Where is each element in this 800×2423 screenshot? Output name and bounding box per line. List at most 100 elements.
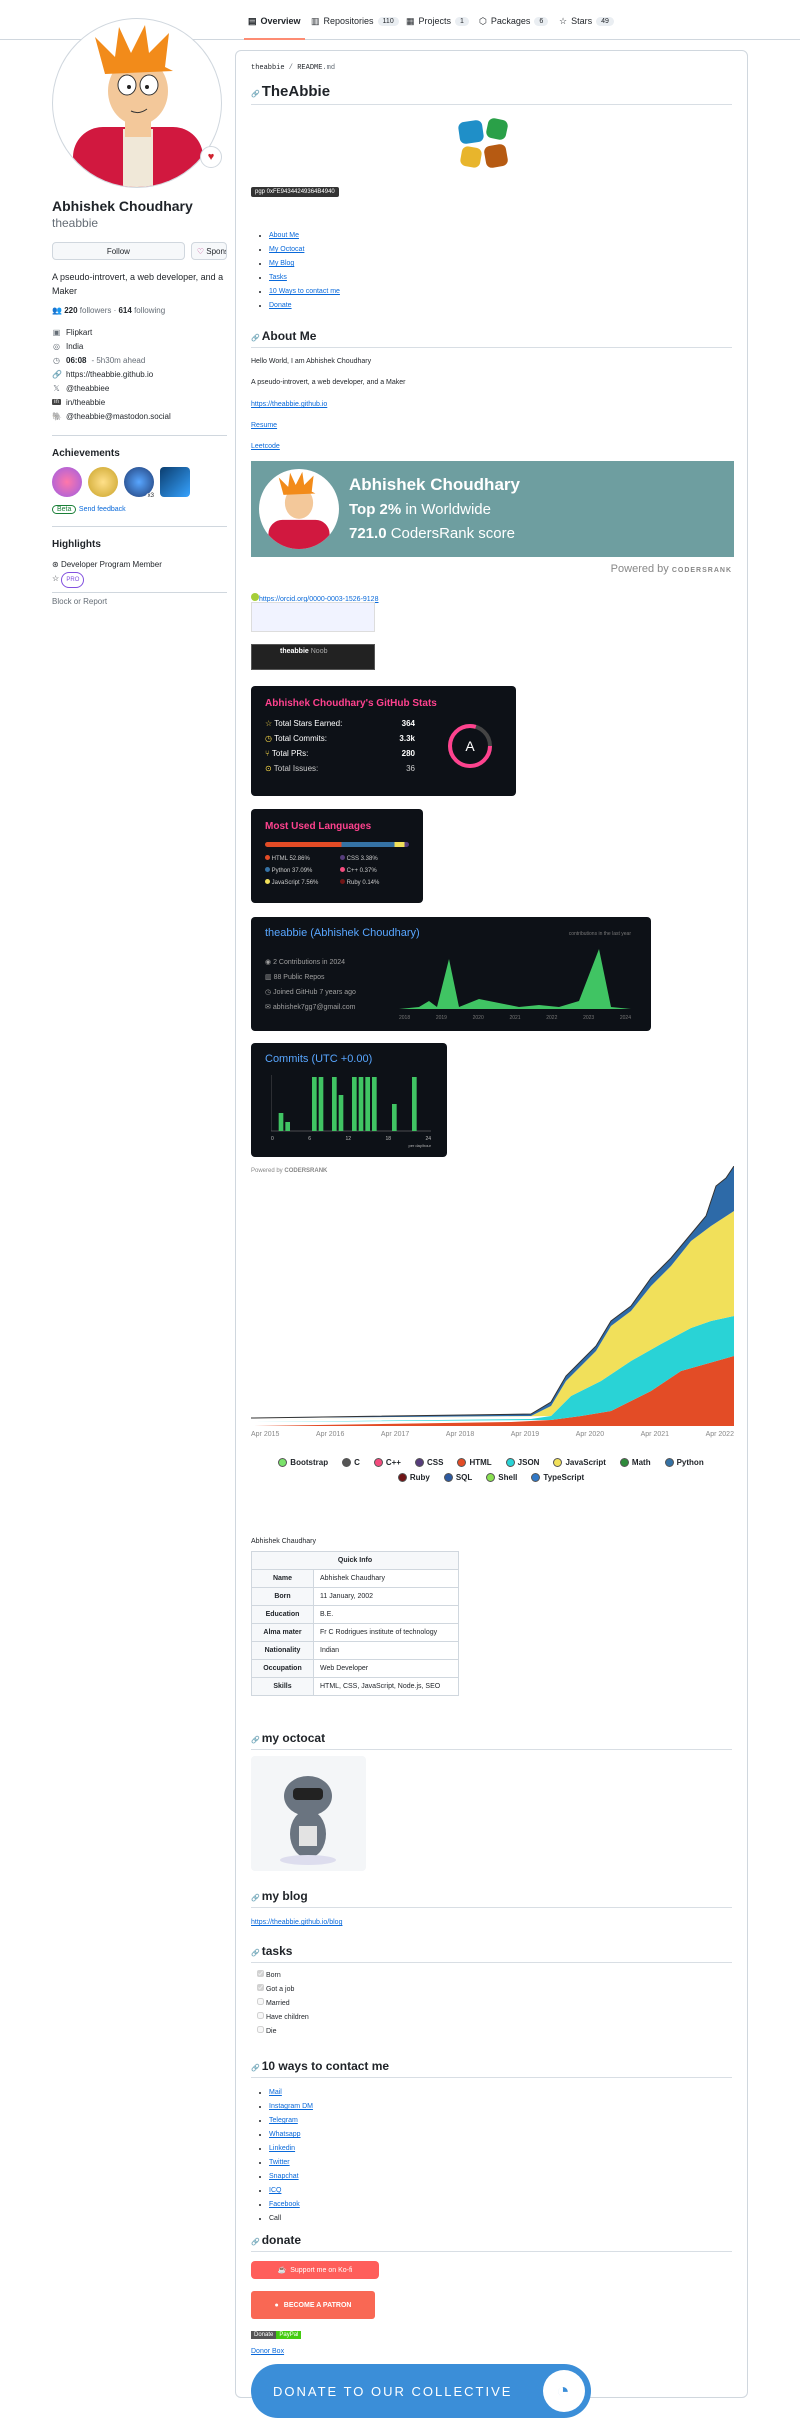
repo-icon: ▥ xyxy=(311,15,320,26)
toc-link-contact[interactable]: 10 Ways to contact me xyxy=(269,288,340,295)
donorbox-link[interactable]: Donor Box xyxy=(251,2348,284,2355)
patreon-button[interactable]: ● BECOME A PATRON xyxy=(251,2291,375,2319)
kofi-button[interactable]: ☕ Support me on Ko-fi xyxy=(251,2261,379,2279)
tab-count: 1 xyxy=(455,16,469,26)
tab-stars[interactable]: ☆ Stars 49 xyxy=(559,12,614,30)
commits-chart xyxy=(271,1075,431,1132)
contact-link[interactable]: ICQ xyxy=(269,2187,281,2194)
table-row: Alma mater Fr C Rodrigues institute of te… xyxy=(251,1623,459,1642)
follow-button[interactable]: Follow xyxy=(52,242,185,260)
x-icon: 𝕏 xyxy=(53,383,60,393)
legend-item[interactable]: Shell xyxy=(486,1473,517,1482)
followers-link[interactable]: 220 followers xyxy=(64,306,111,315)
tab-packages[interactable]: ⬡ Packages 6 xyxy=(479,12,549,30)
about-bio: A pseudo-introvert, a web developer, and… xyxy=(251,379,406,386)
contact-link[interactable]: Instagram DM xyxy=(269,2103,313,2110)
avatar[interactable] xyxy=(52,18,222,188)
achievement-arctic-icon[interactable] xyxy=(160,467,190,497)
linkedin-item[interactable]: in in/theabbie xyxy=(52,395,227,409)
task-checkbox xyxy=(257,1984,264,1991)
website-link[interactable]: https://theabbie.github.io xyxy=(251,399,732,410)
legend-item[interactable]: C++ xyxy=(373,1458,401,1467)
website-item[interactable]: 🔗 https://theabbie.github.io xyxy=(52,367,227,381)
localtime-item: ◷ 06:08- 5h30m ahead xyxy=(53,355,146,365)
legend-item[interactable]: HTML xyxy=(457,1458,492,1467)
blog-link[interactable]: https://theabbie.github.io/blog xyxy=(251,1917,732,1928)
status-heart-icon[interactable]: ♥ xyxy=(200,146,222,168)
table-row: Education B.E. xyxy=(251,1605,459,1624)
resume-link[interactable]: Resume xyxy=(251,420,732,431)
legend-item[interactable]: CSS xyxy=(414,1458,443,1467)
book-icon: ▤ xyxy=(248,15,257,26)
contact-link[interactable]: Snapchat xyxy=(269,2173,299,2180)
star-icon: ☆ xyxy=(265,719,273,728)
toc-link-donate[interactable]: Donate xyxy=(269,302,292,309)
send-feedback-link[interactable]: Send feedback xyxy=(79,506,126,513)
contact-link[interactable]: Twitter xyxy=(269,2159,290,2166)
leetcode-link[interactable]: Leetcode xyxy=(251,441,732,452)
tab-repositories[interactable]: ▥ Repositories 110 xyxy=(311,12,399,30)
legend-item[interactable]: Python xyxy=(664,1458,704,1467)
legend-item[interactable]: JavaScript xyxy=(553,1458,606,1467)
achievement-quickdraw-icon[interactable] xyxy=(88,467,118,497)
contact-link[interactable]: Mail xyxy=(269,2089,282,2096)
tab-overview[interactable]: ▤ Overview xyxy=(244,12,305,40)
commits-title: Commits (UTC +0.00) xyxy=(265,1053,373,1065)
star-icon: ☆ xyxy=(559,15,568,26)
company-item: ▣ Flipkart xyxy=(52,327,93,337)
clock-icon: ◷ xyxy=(265,989,272,996)
toc-link-blog[interactable]: My Blog xyxy=(269,260,294,267)
paypal-badge[interactable]: Donate PayPal xyxy=(251,2331,302,2339)
mastodon-item[interactable]: 🐘 @theabbie@mastodon.social xyxy=(52,409,227,423)
toc-link-octocat[interactable]: My Octocat xyxy=(269,246,304,253)
legend-swatch xyxy=(373,1458,383,1467)
logo-image xyxy=(458,118,508,168)
commit-bar xyxy=(318,1077,324,1131)
achievement-pull-shark-icon[interactable]: x3 xyxy=(124,467,156,499)
contact-link[interactable]: Linkedin xyxy=(269,2145,295,2152)
block-report-link[interactable]: Block or Report xyxy=(52,597,227,606)
mini-profile-card[interactable] xyxy=(251,602,375,632)
twitter-item[interactable]: 𝕏 @theabbiee xyxy=(52,381,227,395)
heart-outline-icon: ♡ xyxy=(196,246,207,256)
legend-label: HTML xyxy=(469,1458,492,1467)
contact-link[interactable]: Whatsapp xyxy=(269,2131,301,2138)
sponsor-button[interactable]: ♡ Sponsor xyxy=(190,242,227,260)
legend-item[interactable]: Bootstrap xyxy=(278,1458,328,1467)
legend-item[interactable]: Ruby xyxy=(397,1473,430,1482)
table-row: Born 11 January, 2002 xyxy=(251,1587,459,1606)
tab-projects[interactable]: ▦ Projects 1 xyxy=(406,12,469,30)
achievement-yolo-icon[interactable] xyxy=(52,467,82,497)
legend-label: SQL xyxy=(455,1473,473,1482)
commit-bar xyxy=(285,1122,290,1131)
toc-link-tasks[interactable]: Tasks xyxy=(269,274,287,281)
legend-swatch xyxy=(457,1458,467,1467)
legend-item[interactable]: JSON xyxy=(505,1458,539,1467)
linkedin-icon: in xyxy=(52,399,61,405)
profile-details: ▣ Flipkart ◎ India ◷ 06:08- 5h30m ahead 🔗 ht… xyxy=(52,325,227,423)
contact-link[interactable]: Telegram xyxy=(269,2117,298,2124)
legend-item[interactable]: Math xyxy=(619,1458,651,1467)
donate-collective-button[interactable]: DONATE TO OUR COLLECTIVE ◔ xyxy=(251,2364,591,2418)
task-item: Have children xyxy=(257,2011,732,2025)
following-link[interactable]: 614 following xyxy=(118,306,165,315)
legend-item[interactable]: SQL xyxy=(443,1473,473,1482)
commit-bar xyxy=(372,1077,377,1131)
pgp-badge[interactable]: pgp 0xFE94344249364B4940 xyxy=(251,187,339,197)
codersrank-card[interactable]: Abhishek Choudhary Top 2% in Worldwide 7… xyxy=(251,461,734,557)
github-badge-card[interactable]: theabbie Noob xyxy=(251,644,375,670)
commit-bar xyxy=(312,1077,317,1131)
location-icon: ◎ xyxy=(53,341,60,351)
legend-item[interactable]: TypeScript xyxy=(531,1473,584,1482)
issue-icon: ⊙ xyxy=(265,764,272,773)
legend-item[interactable]: C xyxy=(342,1458,360,1467)
lang-item: C++ 0.37% xyxy=(340,867,415,874)
table-row: Nationality Indian xyxy=(251,1641,459,1660)
toc-link-about[interactable]: About Me xyxy=(269,232,299,239)
contact-link[interactable]: Facebook xyxy=(269,2201,300,2208)
location-item: ◎ India xyxy=(53,341,84,351)
legend-swatch xyxy=(486,1473,496,1482)
codersrank-name: Abhishek Choudhary xyxy=(349,475,520,494)
table-row: Skills HTML, CSS, JavaScript, Node.js, SE… xyxy=(251,1677,459,1696)
profile-summary-card: theabbie (Abhishek Choudhary) ◉ 2 Contri… xyxy=(251,917,651,1031)
